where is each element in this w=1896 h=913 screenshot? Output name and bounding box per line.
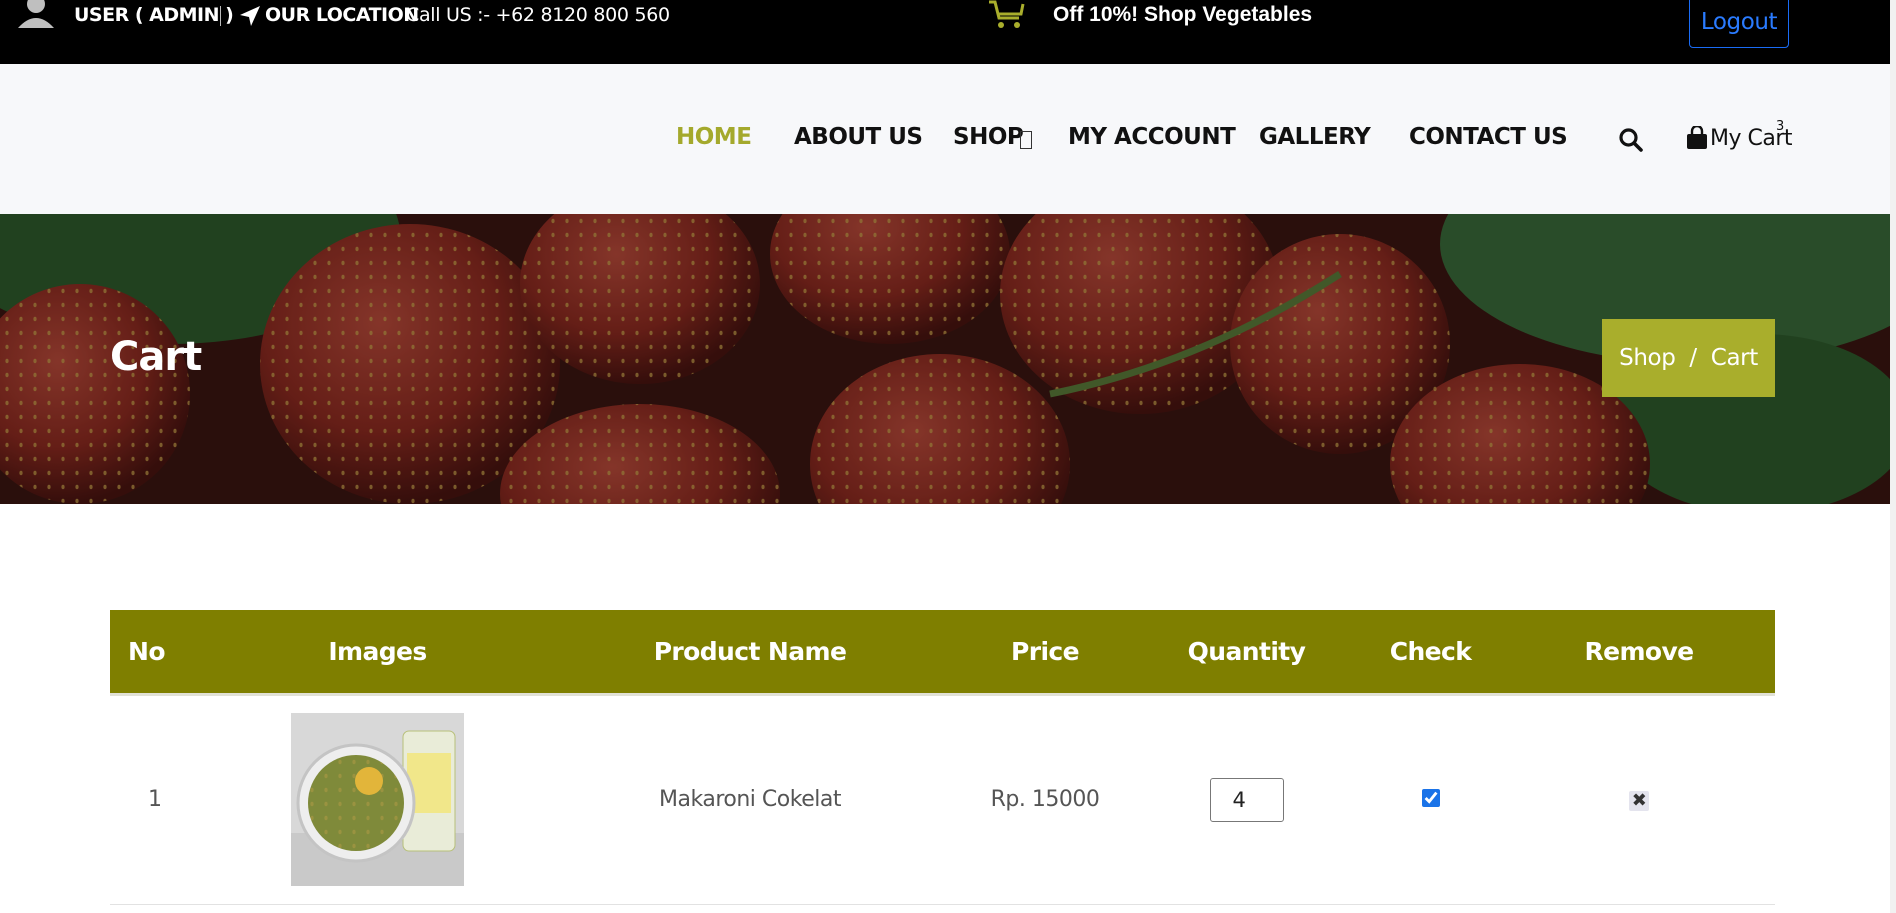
breadcrumb-shop[interactable]: Shop <box>1619 345 1676 371</box>
call-us-text: Call US :- +62 8120 800 560 <box>406 4 670 26</box>
item-checkbox[interactable] <box>1422 789 1440 807</box>
breadcrumb: Shop / Cart <box>1602 319 1775 397</box>
remove-cell: ✖ <box>1503 694 1775 904</box>
nav-my-account[interactable]: MY ACCOUNT <box>1068 124 1236 150</box>
breadcrumb-current: Cart <box>1710 345 1758 371</box>
shopping-cart-icon <box>989 0 1025 28</box>
row-number: 1 <box>148 787 162 812</box>
product-name: Makaroni Cokelat <box>659 787 841 812</box>
nav-gallery[interactable]: GALLERY <box>1259 124 1371 150</box>
dropdown-icon[interactable] <box>1020 131 1032 149</box>
divider <box>220 6 221 26</box>
product-image <box>291 713 464 886</box>
check-cell <box>1358 694 1503 904</box>
column-header-quantity: Quantity <box>1135 610 1358 696</box>
page-title: Cart <box>110 334 202 380</box>
scrollbar[interactable] <box>1890 0 1896 913</box>
our-location-link[interactable]: OUR LOCATION <box>265 4 419 26</box>
remove-icon[interactable]: ✖ <box>1629 791 1649 811</box>
breadcrumb-separator: / <box>1689 345 1697 371</box>
table-row: 1 Makaroni Cokelat Rp. 15000 4 ✖ <box>110 694 1775 904</box>
column-header-check: Check <box>1358 610 1503 696</box>
user-icon <box>18 0 54 28</box>
column-header-product-name: Product Name <box>545 610 955 696</box>
nav-shop[interactable]: SHOP <box>953 124 1024 150</box>
promo-text: Off 10%! Shop Vegetables <box>1053 3 1313 26</box>
quantity-input[interactable] <box>1209 777 1284 822</box>
shopping-bag-icon[interactable] <box>1686 126 1708 150</box>
product-image-cell <box>210 694 545 904</box>
product-price: Rp. 15000 <box>990 787 1100 812</box>
logout-button[interactable]: Logout <box>1689 0 1789 48</box>
nav-home[interactable]: HOME <box>676 124 752 150</box>
top-bar: USER ( ADMIN ) OUR LOCATION Call US :- +… <box>0 0 1890 64</box>
column-header-images: Images <box>210 610 545 696</box>
location-arrow-icon <box>240 6 260 26</box>
page-banner: Cart Shop / Cart <box>0 214 1890 504</box>
column-header-no: No <box>110 610 210 696</box>
user-label[interactable]: USER ( ADMIN ) <box>74 4 234 26</box>
column-header-remove: Remove <box>1503 610 1775 696</box>
table-header-row: No Images Product Name Price Quantity Ch… <box>110 610 1775 696</box>
quantity-cell <box>1135 694 1358 904</box>
cart-count-badge: 3 <box>1776 119 1785 134</box>
column-header-price: Price <box>955 610 1135 696</box>
search-icon[interactable] <box>1618 127 1644 153</box>
cart-table: No Images Product Name Price Quantity Ch… <box>110 610 1775 905</box>
main-navigation: HOME ABOUT US SHOP MY ACCOUNT GALLERY CO… <box>0 64 1890 214</box>
nav-about-us[interactable]: ABOUT US <box>794 124 923 150</box>
nav-contact-us[interactable]: CONTACT US <box>1409 124 1568 150</box>
